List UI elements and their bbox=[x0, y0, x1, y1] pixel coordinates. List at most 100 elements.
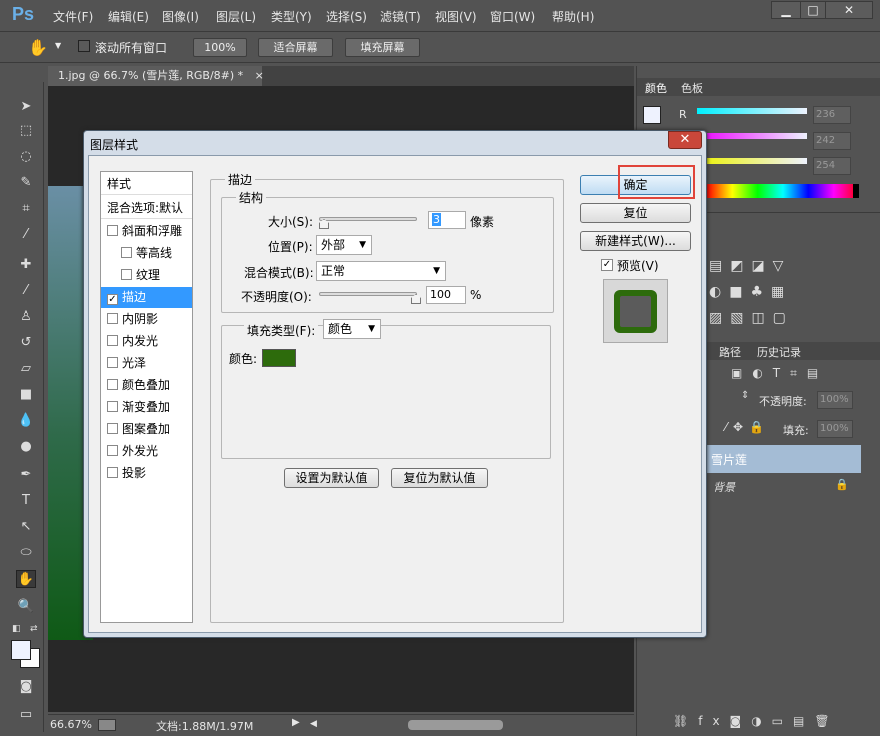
texture-checkbox[interactable] bbox=[121, 269, 132, 280]
size-input[interactable]: 3 bbox=[428, 211, 466, 229]
quick-mask-icon[interactable]: ◙ bbox=[16, 678, 36, 696]
reset-default-button[interactable]: 复位为默认值 bbox=[391, 468, 488, 488]
fg-color-swatch[interactable] bbox=[643, 106, 661, 124]
screen-mode-icon[interactable]: ▭ bbox=[16, 706, 36, 724]
crop-tool-icon[interactable]: ⌗ bbox=[16, 200, 36, 218]
size-slider[interactable] bbox=[319, 217, 417, 221]
fit-screen-button[interactable]: 适合屏幕 bbox=[258, 38, 333, 57]
zoom-100-button[interactable]: 100% bbox=[193, 38, 247, 57]
styles-header[interactable]: 样式 bbox=[101, 174, 192, 195]
dialog-close-button[interactable]: ✕ bbox=[668, 131, 702, 149]
style-item-texture[interactable]: 纹理 bbox=[101, 265, 192, 286]
layer-opacity-value[interactable]: 100% bbox=[817, 391, 853, 409]
opacity-slider[interactable] bbox=[319, 292, 417, 296]
hand-tool-icon[interactable]: ✋ bbox=[28, 38, 48, 57]
menu-view[interactable]: 视图(V) bbox=[435, 8, 477, 25]
hand-tool-active-icon[interactable]: ✋ bbox=[16, 570, 36, 588]
eyedropper-tool-icon[interactable]: ⁄ bbox=[16, 226, 36, 244]
menu-select[interactable]: 选择(S) bbox=[326, 8, 367, 25]
pen-tool-icon[interactable]: ✒ bbox=[16, 466, 36, 484]
outer-glow-checkbox[interactable] bbox=[107, 445, 118, 456]
blend-mode-select[interactable]: 正常 ▼ bbox=[316, 261, 446, 281]
pattern-overlay-checkbox[interactable] bbox=[107, 423, 118, 434]
history-brush-tool-icon[interactable]: ↺ bbox=[16, 334, 36, 352]
spectrum-black[interactable] bbox=[853, 184, 859, 198]
stamp-tool-icon[interactable]: ♙ bbox=[16, 308, 36, 326]
b-value[interactable]: 254 bbox=[813, 157, 851, 175]
stroke-color-swatch[interactable] bbox=[262, 349, 296, 367]
satin-checkbox[interactable] bbox=[107, 357, 118, 368]
scroll-all-checkbox[interactable] bbox=[78, 40, 90, 52]
close-window-button[interactable]: ✕ bbox=[825, 1, 873, 19]
lasso-tool-icon[interactable]: ◌ bbox=[16, 148, 36, 166]
layer-panel-icons[interactable]: ⛓fx◙◑▭▤🗑 bbox=[673, 714, 840, 728]
blur-tool-icon[interactable]: 💧 bbox=[16, 412, 36, 430]
eraser-tool-icon[interactable]: ▱ bbox=[16, 360, 36, 378]
style-item-inner-shadow[interactable]: 内阴影 bbox=[101, 309, 192, 330]
zoom-tool-icon[interactable]: 🔍 bbox=[16, 598, 36, 616]
style-item-stroke[interactable]: ✓ 描边 bbox=[101, 287, 192, 308]
adjustment-icons-row1[interactable]: ▤◩◪▽ bbox=[709, 258, 869, 276]
foreground-color-swatch[interactable] bbox=[11, 640, 31, 660]
style-item-color-overlay[interactable]: 颜色叠加 bbox=[101, 375, 192, 396]
status-menu-arrow-icon[interactable]: ▶ bbox=[292, 717, 300, 728]
opacity-input[interactable]: 100 bbox=[426, 286, 466, 304]
tab-color[interactable]: 颜色 bbox=[645, 80, 667, 96]
position-select[interactable]: 外部 ▼ bbox=[316, 235, 372, 255]
layer-row-selected[interactable]: 雪片莲 bbox=[701, 445, 861, 473]
new-style-button[interactable]: 新建样式(W)... bbox=[580, 231, 691, 251]
healing-brush-tool-icon[interactable]: ✚ bbox=[16, 256, 36, 274]
contour-checkbox[interactable] bbox=[121, 247, 132, 258]
tool-preset-chevron-icon[interactable]: ▼ bbox=[55, 41, 61, 50]
bevel-checkbox[interactable] bbox=[107, 225, 118, 236]
document-tab-close-icon[interactable]: × bbox=[255, 69, 264, 82]
layer-filter-icons[interactable]: ▣◐T⌗▤ bbox=[731, 366, 828, 381]
style-item-contour[interactable]: 等高线 bbox=[101, 243, 192, 264]
color-overlay-checkbox[interactable] bbox=[107, 379, 118, 390]
horizontal-scrollbar[interactable] bbox=[408, 720, 503, 730]
menu-edit[interactable]: 编辑(E) bbox=[108, 8, 149, 25]
tab-history[interactable]: 历史记录 bbox=[757, 344, 801, 360]
shape-tool-icon[interactable]: ⬭ bbox=[16, 544, 36, 562]
tab-paths[interactable]: 路径 bbox=[719, 344, 741, 360]
r-value[interactable]: 236 bbox=[813, 106, 851, 124]
minimize-button[interactable]: ▁ bbox=[771, 1, 801, 19]
brush-tool-icon[interactable]: ⁄ bbox=[16, 282, 36, 300]
preview-checkbox[interactable]: ✓ bbox=[601, 259, 613, 271]
r-slider[interactable] bbox=[697, 108, 807, 114]
menu-help[interactable]: 帮助(H) bbox=[552, 8, 594, 25]
style-item-inner-glow[interactable]: 内发光 bbox=[101, 331, 192, 352]
layer-row-background[interactable]: 背景 🔒 bbox=[701, 474, 861, 500]
g-slider[interactable] bbox=[697, 133, 807, 139]
zoom-level[interactable]: 66.67% bbox=[50, 718, 92, 731]
tab-swatches[interactable]: 色板 bbox=[681, 80, 703, 96]
fill-type-select[interactable]: 颜色 ▼ bbox=[323, 319, 381, 339]
lock-icons[interactable]: ⁄✥🔒 bbox=[725, 420, 770, 434]
inner-glow-checkbox[interactable] bbox=[107, 335, 118, 346]
set-default-button[interactable]: 设置为默认值 bbox=[284, 468, 379, 488]
swap-colors-icon[interactable]: ⇄ bbox=[30, 624, 38, 634]
maximize-button[interactable]: □ bbox=[800, 1, 826, 19]
layer-fill-value[interactable]: 100% bbox=[817, 420, 853, 438]
gradient-tool-icon[interactable]: ■ bbox=[16, 386, 36, 404]
status-info-icon[interactable] bbox=[98, 719, 116, 731]
reset-button[interactable]: 复位 bbox=[580, 203, 691, 223]
style-item-satin[interactable]: 光泽 bbox=[101, 353, 192, 374]
adjustment-icons-row3[interactable]: ▨▧◫▢ bbox=[709, 310, 869, 328]
inner-shadow-checkbox[interactable] bbox=[107, 313, 118, 324]
adjustment-icons-row2[interactable]: ◐■♣▦ bbox=[709, 284, 869, 302]
stroke-checkbox[interactable]: ✓ bbox=[107, 294, 118, 305]
style-item-gradient-overlay[interactable]: 渐变叠加 bbox=[101, 397, 192, 418]
menu-layer[interactable]: 图层(L) bbox=[216, 8, 256, 25]
fill-screen-button[interactable]: 填充屏幕 bbox=[345, 38, 420, 57]
style-item-outer-glow[interactable]: 外发光 bbox=[101, 441, 192, 462]
style-item-pattern-overlay[interactable]: 图案叠加 bbox=[101, 419, 192, 440]
menu-file[interactable]: 文件(F) bbox=[53, 8, 93, 25]
path-select-tool-icon[interactable]: ↖ bbox=[16, 518, 36, 536]
marquee-tool-icon[interactable]: ⬚ bbox=[16, 122, 36, 140]
document-tab[interactable]: 1.jpg @ 66.7% (雪片莲, RGB/8#) * × bbox=[48, 66, 264, 86]
style-item-bevel[interactable]: 斜面和浮雕 bbox=[101, 221, 192, 242]
b-slider[interactable] bbox=[697, 158, 807, 164]
menu-type[interactable]: 类型(Y) bbox=[271, 8, 312, 25]
style-item-drop-shadow[interactable]: 投影 bbox=[101, 463, 192, 484]
